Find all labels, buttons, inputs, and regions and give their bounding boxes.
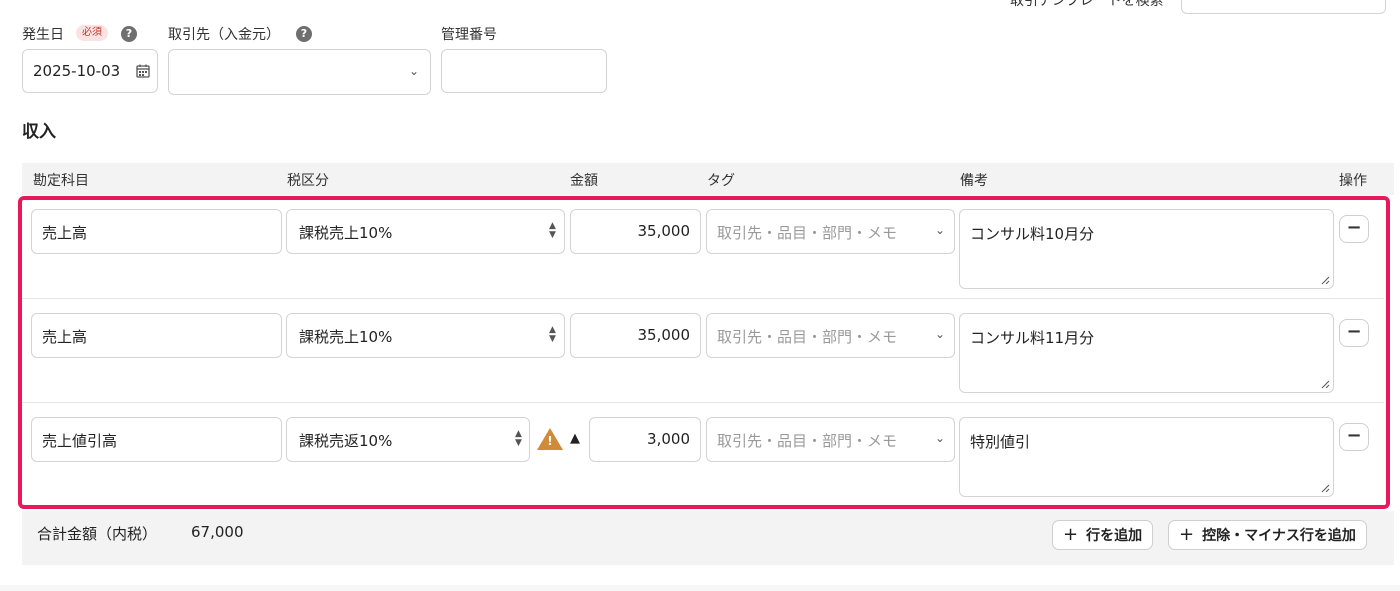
header-account: 勘定科目: [33, 173, 89, 189]
manage-no-label: 管理番号: [441, 27, 497, 43]
add-row-label: 行を追加: [1086, 528, 1143, 544]
help-icon[interactable]: ?: [121, 26, 137, 42]
date-label: 発生日: [22, 27, 64, 43]
chevron-down-icon: ⌄: [409, 64, 420, 78]
header-amount: 金額: [570, 173, 598, 189]
date-value: 2025-10-03: [33, 62, 121, 80]
help-icon[interactable]: ?: [296, 26, 312, 42]
plus-icon: +: [1063, 524, 1079, 545]
header-action: 操作: [1339, 173, 1367, 189]
template-search-label: 取引テンプレートを検索: [1010, 0, 1164, 9]
plus-icon: +: [1179, 524, 1195, 545]
required-badge: 必須: [76, 25, 108, 41]
section-title: 収入: [22, 122, 56, 142]
header-tax: 税区分: [287, 173, 329, 189]
add-minus-row-label: 控除・マイナス行を追加: [1202, 528, 1356, 544]
date-input[interactable]: 2025-10-03: [22, 49, 158, 93]
highlight-frame: [18, 196, 1390, 509]
manage-no-input[interactable]: [441, 49, 607, 93]
partner-label: 取引先（入金元）: [168, 27, 280, 43]
partner-select[interactable]: ⌄: [168, 49, 431, 95]
total-value: 67,000: [191, 523, 244, 541]
add-minus-row-button[interactable]: + 控除・マイナス行を追加: [1168, 520, 1367, 550]
header-tag: タグ: [707, 173, 735, 189]
template-search-select[interactable]: [1181, 0, 1386, 14]
page-divider: [0, 585, 1400, 591]
header-note: 備考: [960, 173, 988, 189]
calendar-icon[interactable]: [136, 64, 150, 78]
add-row-button[interactable]: + 行を追加: [1052, 520, 1154, 550]
total-label: 合計金額（内税）: [37, 525, 158, 543]
